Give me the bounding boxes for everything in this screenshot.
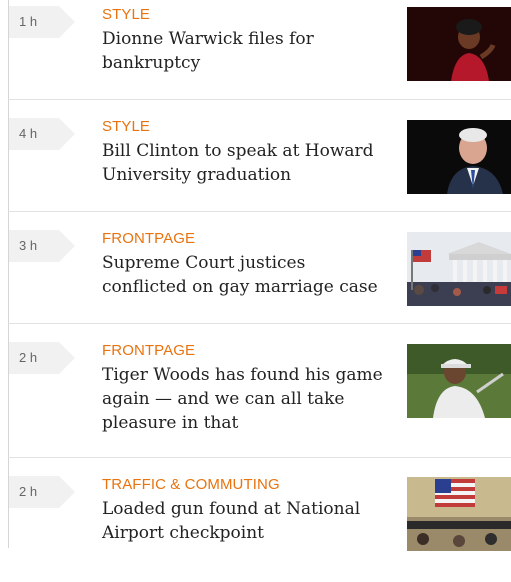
list-item[interactable]: 3 h FRONTPAGE Supreme Court justices con… xyxy=(0,224,511,336)
time-label: 4 h xyxy=(19,126,38,141)
list-item[interactable]: 2 h TRAFFIC & COMMUTING Loaded gun found… xyxy=(0,470,511,582)
divider xyxy=(8,457,511,458)
category-link[interactable]: FRONTPAGE xyxy=(102,230,195,247)
time-label: 3 h xyxy=(19,238,38,253)
dionne-warwick-photo[interactable] xyxy=(407,7,511,81)
category-link[interactable]: FRONTPAGE xyxy=(102,342,195,359)
time-tag: 4 h xyxy=(9,118,75,150)
time-tag: 3 h xyxy=(9,230,75,262)
supreme-court-photo[interactable] xyxy=(407,232,511,306)
headline-link[interactable]: Loaded gun found at National Airport che… xyxy=(102,497,392,545)
time-tag: 2 h xyxy=(9,342,75,374)
category-link[interactable]: STYLE xyxy=(102,6,150,23)
time-tag: 2 h xyxy=(9,476,75,508)
category-link[interactable]: TRAFFIC & COMMUTING xyxy=(102,476,280,493)
divider xyxy=(8,323,511,324)
headline-link[interactable]: Tiger Woods has found his game again — a… xyxy=(102,363,392,435)
time-label: 2 h xyxy=(19,484,38,499)
time-tag: 1 h xyxy=(9,6,75,38)
category-link[interactable]: STYLE xyxy=(102,118,150,135)
divider xyxy=(8,211,511,212)
list-item[interactable]: 4 h STYLE Bill Clinton to speak at Howar… xyxy=(0,112,511,224)
bill-clinton-photo[interactable] xyxy=(407,120,511,194)
headline-link[interactable]: Dionne Warwick files for bankruptcy xyxy=(102,27,392,75)
headline-link[interactable]: Supreme Court justices conflicted on gay… xyxy=(102,251,392,299)
headline-link[interactable]: Bill Clinton to speak at Howard Universi… xyxy=(102,139,392,187)
time-label: 1 h xyxy=(19,14,38,29)
divider xyxy=(8,99,511,100)
list-item[interactable]: 2 h FRONTPAGE Tiger Woods has found his … xyxy=(0,336,511,448)
airport-checkpoint-photo[interactable] xyxy=(407,477,511,551)
tiger-woods-photo[interactable] xyxy=(407,344,511,418)
list-item[interactable]: 1 h STYLE Dionne Warwick files for bankr… xyxy=(0,0,511,112)
time-label: 2 h xyxy=(19,350,38,365)
